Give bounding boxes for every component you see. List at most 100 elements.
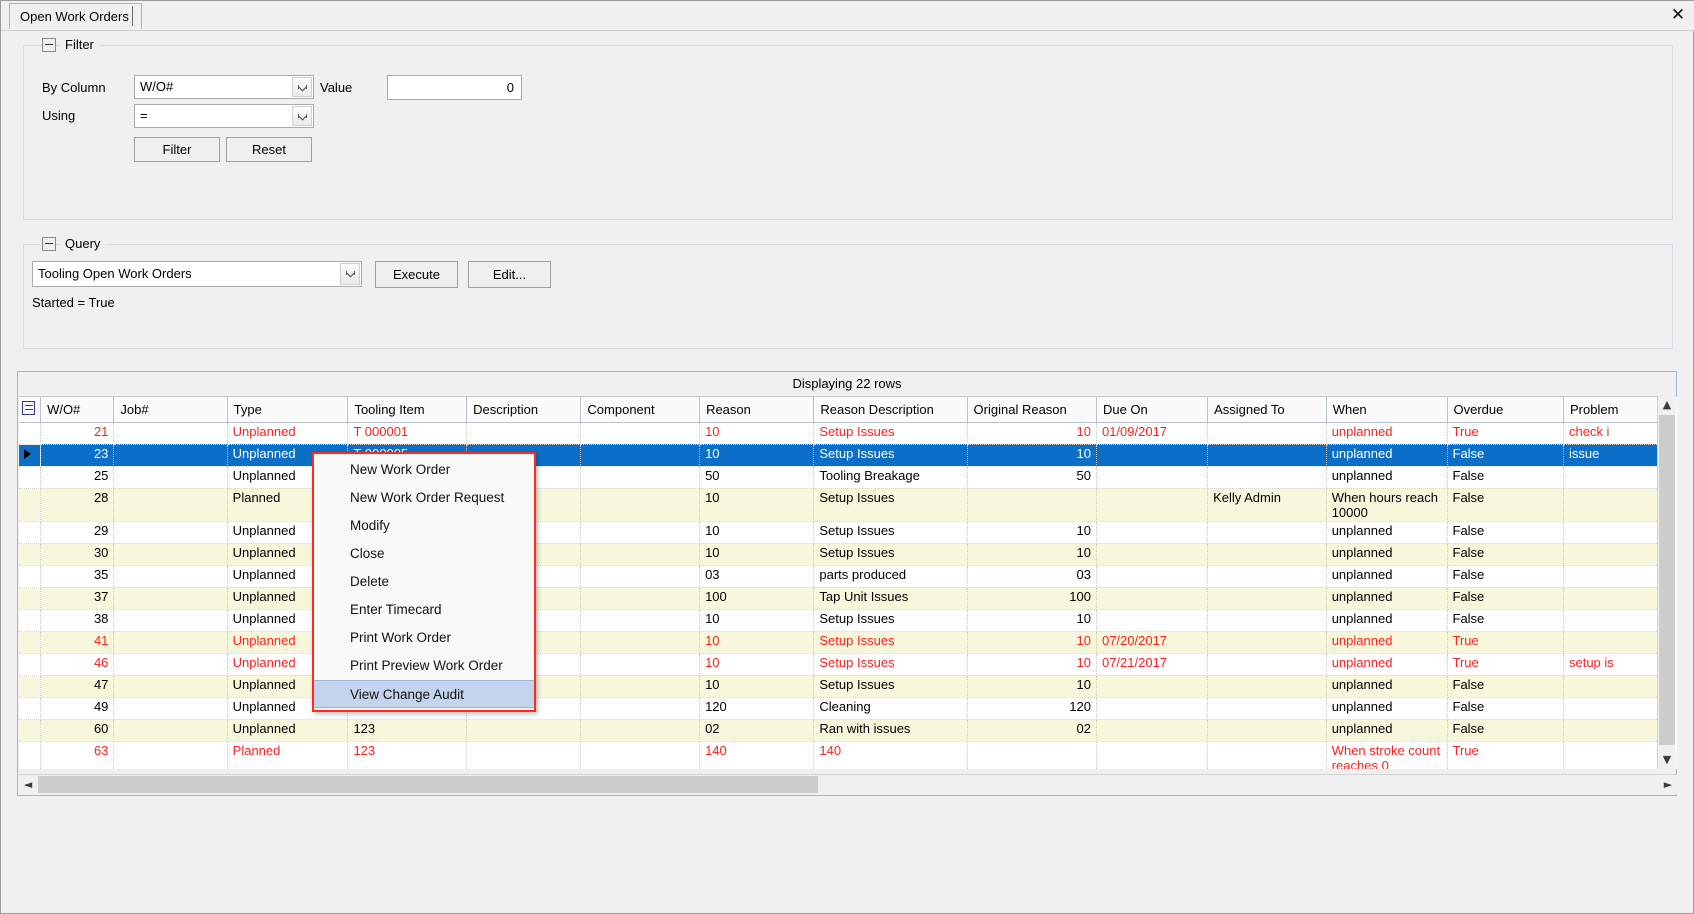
cell-original-reason[interactable]: 120: [967, 697, 1097, 720]
column-header-component[interactable]: Component: [580, 397, 701, 423]
cell-due-on[interactable]: [1096, 587, 1209, 610]
row-header-cell[interactable]: [19, 609, 42, 632]
cell-assigned-to[interactable]: [1207, 719, 1327, 742]
cell-reason[interactable]: 100: [699, 587, 815, 610]
cell-assigned-to[interactable]: [1207, 521, 1327, 544]
row-header-cell[interactable]: [19, 741, 42, 769]
table-row[interactable]: 28 Planned 10 Setup Issues Kelly Admin When h…: [19, 488, 1660, 522]
table-row[interactable]: 46 Unplanned 10 Setup Issues 10 07/21/2017 unp…: [19, 653, 1660, 676]
row-header-cell[interactable]: [19, 466, 42, 489]
cell-job[interactable]: [113, 609, 228, 632]
cell-overdue[interactable]: True: [1447, 422, 1564, 445]
cell-when[interactable]: unplanned: [1326, 543, 1448, 566]
cell-component[interactable]: [580, 741, 701, 769]
cell-original-reason[interactable]: 10: [967, 422, 1097, 445]
row-header-cell[interactable]: [19, 444, 42, 467]
context-menu-item-new-work-order-request[interactable]: New Work Order Request: [314, 484, 534, 512]
cell-reason-description[interactable]: Setup Issues: [813, 653, 968, 676]
cell-component[interactable]: [580, 587, 701, 610]
cell-component[interactable]: [580, 675, 701, 698]
cell-assigned-to[interactable]: [1207, 543, 1327, 566]
cell-type[interactable]: Planned: [227, 741, 349, 769]
cell-problem[interactable]: [1563, 565, 1660, 588]
cell-reason[interactable]: 10: [699, 609, 815, 632]
cell-due-on[interactable]: 07/20/2017: [1096, 631, 1209, 654]
cell-original-reason[interactable]: [967, 741, 1097, 769]
cell-due-on[interactable]: [1096, 741, 1209, 769]
context-menu-item-print-work-order[interactable]: Print Work Order: [314, 624, 534, 652]
cell-component[interactable]: [580, 422, 701, 445]
cell-wo[interactable]: 25: [40, 466, 115, 489]
grid-select-all-icon[interactable]: [19, 397, 42, 423]
cell-problem[interactable]: [1563, 609, 1660, 632]
cell-assigned-to[interactable]: [1207, 422, 1327, 445]
cell-job[interactable]: [113, 488, 228, 522]
cell-overdue[interactable]: False: [1447, 521, 1564, 544]
column-header-when[interactable]: When: [1326, 397, 1448, 423]
row-header-cell[interactable]: [19, 697, 42, 720]
context-menu-item-delete[interactable]: Delete: [314, 568, 534, 596]
cell-reason-description[interactable]: Setup Issues: [813, 521, 968, 544]
cell-reason[interactable]: 10: [699, 488, 815, 522]
cell-description[interactable]: [466, 422, 582, 445]
column-header-overdue[interactable]: Overdue: [1447, 397, 1564, 423]
cell-job[interactable]: [113, 697, 228, 720]
cell-component[interactable]: [580, 444, 701, 467]
cell-reason[interactable]: 10: [699, 631, 815, 654]
cell-original-reason[interactable]: 10: [967, 653, 1097, 676]
cell-when[interactable]: unplanned: [1326, 609, 1448, 632]
column-header-problem[interactable]: Problem: [1563, 397, 1660, 423]
cell-when[interactable]: unplanned: [1326, 653, 1448, 676]
cell-component[interactable]: [580, 488, 701, 522]
filter-collapse-icon[interactable]: [42, 38, 56, 52]
cell-when[interactable]: unplanned: [1326, 521, 1448, 544]
scroll-right-icon[interactable]: ►: [1659, 775, 1677, 794]
cell-due-on[interactable]: [1096, 609, 1209, 632]
cell-job[interactable]: [113, 521, 228, 544]
cell-assigned-to[interactable]: [1207, 444, 1327, 467]
cell-due-on[interactable]: [1096, 719, 1209, 742]
scroll-up-icon[interactable]: ▲: [1658, 396, 1676, 414]
cell-original-reason[interactable]: 50: [967, 466, 1097, 489]
cell-assigned-to[interactable]: [1207, 697, 1327, 720]
cell-job[interactable]: [113, 444, 228, 467]
cell-reason-description[interactable]: Tap Unit Issues: [813, 587, 968, 610]
cell-original-reason[interactable]: 10: [967, 543, 1097, 566]
chevron-down-icon[interactable]: [292, 77, 312, 97]
cell-reason-description[interactable]: Setup Issues: [813, 675, 968, 698]
column-header-due-on[interactable]: Due On: [1096, 397, 1209, 423]
cell-type[interactable]: Unplanned: [227, 719, 349, 742]
cell-overdue[interactable]: True: [1447, 741, 1564, 769]
cell-assigned-to[interactable]: [1207, 587, 1327, 610]
cell-reason-description[interactable]: Setup Issues: [813, 422, 968, 445]
cell-reason-description[interactable]: Setup Issues: [813, 444, 968, 467]
cell-job[interactable]: [113, 675, 228, 698]
cell-problem[interactable]: setup is: [1563, 653, 1660, 676]
cell-assigned-to[interactable]: [1207, 631, 1327, 654]
cell-reason-description[interactable]: Ran with issues: [813, 719, 968, 742]
cell-overdue[interactable]: False: [1447, 565, 1564, 588]
cell-reason[interactable]: 03: [699, 565, 815, 588]
cell-overdue[interactable]: False: [1447, 719, 1564, 742]
cell-when[interactable]: unplanned: [1326, 719, 1448, 742]
row-header-cell[interactable]: [19, 488, 42, 522]
table-row[interactable]: 63 Planned 123 140 140 When stroke count reac…: [19, 741, 1660, 769]
cell-job[interactable]: [113, 466, 228, 489]
cell-job[interactable]: [113, 543, 228, 566]
cell-wo[interactable]: 41: [40, 631, 115, 654]
column-header-original-reason[interactable]: Original Reason: [967, 397, 1097, 423]
cell-when[interactable]: When hours reach 10000: [1326, 488, 1448, 522]
cell-original-reason[interactable]: 100: [967, 587, 1097, 610]
table-row[interactable]: 47 Unplanned 10 Setup Issues 10 unplanned Fals…: [19, 675, 1660, 698]
column-header-job[interactable]: Job#: [113, 397, 228, 423]
cell-wo[interactable]: 30: [40, 543, 115, 566]
column-header-assigned-to[interactable]: Assigned To: [1207, 397, 1327, 423]
cell-job[interactable]: [113, 631, 228, 654]
cell-assigned-to[interactable]: Kelly Admin: [1207, 488, 1327, 522]
column-header-reason-description[interactable]: Reason Description: [813, 397, 968, 423]
table-row[interactable]: 37 Unplanned 100 Tap Unit Issues 100 unplanne…: [19, 587, 1660, 610]
cell-when[interactable]: unplanned: [1326, 422, 1448, 445]
cell-reason[interactable]: 10: [699, 543, 815, 566]
cell-due-on[interactable]: [1096, 565, 1209, 588]
cell-when[interactable]: unplanned: [1326, 444, 1448, 467]
